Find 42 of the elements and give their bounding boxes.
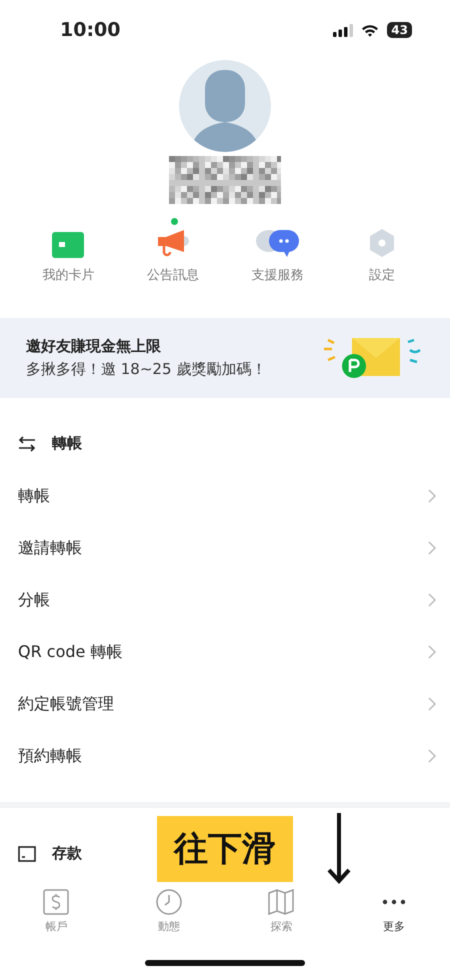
quick-action[interactable]: 支援服務: [237, 226, 318, 286]
quick-action[interactable]: 我的卡片: [28, 226, 108, 286]
card-icon: [52, 232, 84, 258]
wifi-icon: [361, 24, 380, 38]
tab-item[interactable]: 動態: [112, 888, 225, 936]
transfer-arrows-icon: [18, 436, 36, 452]
banner-title: 邀好友賺現金無上限: [26, 336, 162, 357]
status-time: 10:00: [60, 18, 120, 43]
chevron-icon: [428, 592, 436, 606]
menu-item[interactable]: QR code 轉帳: [0, 626, 450, 678]
hexagon-icon: [368, 228, 396, 258]
signal-icon: [333, 24, 354, 38]
section-title: 存款: [52, 843, 82, 864]
menu-item[interactable]: 轉帳: [0, 470, 450, 522]
menu-item[interactable]: 預約轉帳: [0, 730, 450, 782]
quick-action[interactable]: 設定: [342, 226, 422, 286]
down-arrow-icon: [327, 812, 351, 884]
menu-item[interactable]: 分帳: [0, 574, 450, 626]
map-icon: [268, 888, 294, 914]
quick-action[interactable]: 公告訊息: [132, 226, 213, 286]
battery-level: 43: [387, 22, 412, 38]
deposit-icon: [18, 846, 36, 862]
dollar-icon: [43, 888, 70, 914]
chevron-icon: [428, 644, 436, 658]
menu-item[interactable]: 約定帳號管理: [0, 678, 450, 730]
chevron-icon: [428, 748, 436, 762]
tab-item[interactable]: 探索: [225, 888, 338, 936]
promo-banner[interactable]: 邀好友賺現金無上限 多揪多得！邀 18~25 歲獎勵加碼！: [0, 318, 450, 398]
chevron-icon: [428, 696, 436, 710]
chat-bubble-icon: [255, 228, 300, 258]
chevron-icon: [428, 540, 436, 554]
banner-subtitle: 多揪多得！邀 18~25 歲獎勵加碼！: [26, 358, 266, 380]
megaphone-icon: [156, 228, 190, 258]
scroll-hint-label: 往下滑: [157, 816, 293, 882]
clock-icon: [156, 888, 182, 914]
more-icon: [382, 898, 406, 905]
chevron-icon: [428, 488, 436, 502]
menu-item[interactable]: 邀請轉帳: [0, 522, 450, 574]
person-silhouette-icon: [194, 70, 256, 152]
section-title: 轉帳: [52, 433, 82, 454]
tab-item[interactable]: 帳戶: [0, 888, 112, 936]
tab-item[interactable]: 更多: [338, 888, 450, 936]
